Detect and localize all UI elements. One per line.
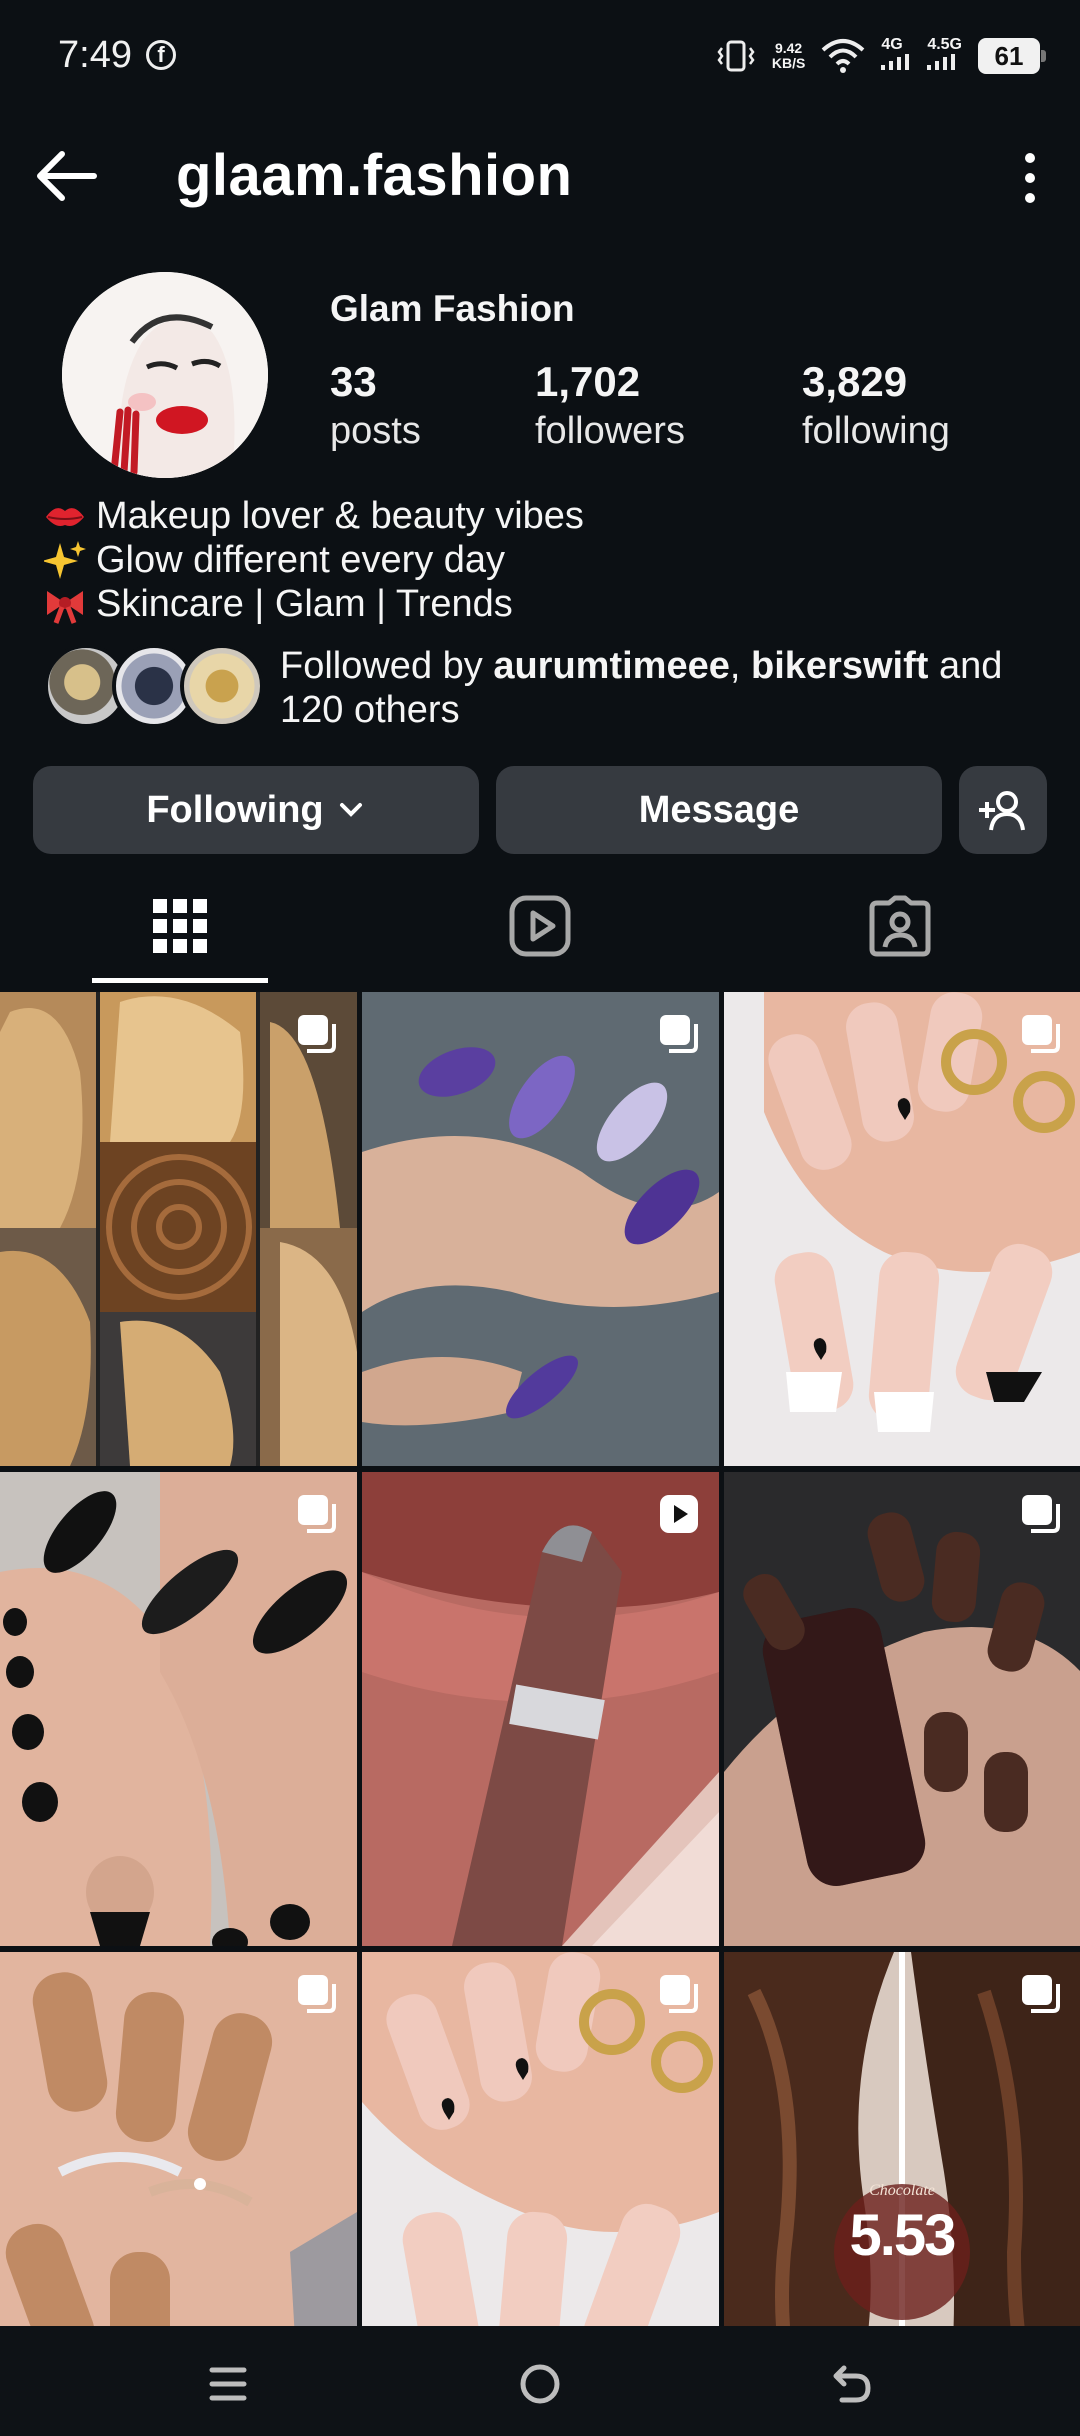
post-tile[interactable]: Chocolate 5.53 [724, 1952, 1080, 2326]
carousel-icon [660, 1015, 698, 1053]
tab-tagged[interactable] [830, 886, 970, 966]
post-tile[interactable] [362, 1472, 719, 1946]
post-tile[interactable] [0, 1952, 357, 2326]
carousel-icon [298, 1495, 336, 1533]
sparkles-icon [44, 541, 86, 579]
following-count[interactable]: 3,829 following [802, 358, 950, 453]
post-tile[interactable] [0, 992, 357, 1466]
profile-tabs [0, 876, 1080, 986]
recent-apps-icon[interactable] [198, 2354, 258, 2414]
signal-45g: 4.5G [927, 36, 962, 75]
add-person-icon [979, 791, 1025, 831]
signal-4g: 4G [881, 36, 911, 75]
follower-avatar [180, 644, 264, 728]
message-button[interactable]: Message [496, 766, 942, 854]
battery-icon: 61 [978, 37, 1046, 74]
avatar[interactable] [62, 272, 268, 478]
carousel-icon [1022, 1975, 1060, 2013]
post-tile[interactable] [0, 1472, 357, 1946]
back-nav-icon[interactable] [822, 2354, 882, 2414]
kiss-mark-icon [46, 508, 84, 526]
tab-reels[interactable] [470, 886, 610, 966]
profile-username: glaam.fashion [176, 143, 573, 208]
followed-by-text: Followed by aurumtimeee, bikerswift and … [280, 645, 1003, 731]
carousel-icon [660, 1975, 698, 2013]
active-tab-indicator [92, 978, 268, 983]
signal-bars-icon [927, 54, 956, 70]
shade-code: 5.53 [849, 2203, 957, 2268]
vibrate-icon [717, 40, 755, 71]
status-time: 7:49 [58, 34, 132, 76]
tab-posts-grid[interactable] [110, 886, 250, 966]
signal-bars-icon [881, 54, 910, 70]
facebook-notification-icon: f [146, 40, 176, 70]
wifi-icon [821, 38, 865, 73]
profile-bio: Makeup lover & beauty vibes Glow differe… [44, 494, 584, 626]
add-user-button[interactable] [959, 766, 1047, 854]
carousel-icon [298, 1015, 336, 1053]
grid-icon [153, 899, 207, 953]
home-icon[interactable] [510, 2354, 570, 2414]
following-button[interactable]: Following [33, 766, 479, 854]
reel-icon [660, 1495, 698, 1533]
more-options-icon[interactable] [1010, 148, 1050, 208]
status-bar: 7:49 f 9.42 KB/S 4G 4.5G 61 [0, 0, 1080, 110]
carousel-icon [1022, 1495, 1060, 1533]
post-tile[interactable] [724, 1472, 1080, 1946]
carousel-icon [298, 1975, 336, 2013]
post-tile[interactable] [362, 992, 719, 1466]
posts-count[interactable]: 33 posts [330, 358, 421, 453]
post-tile[interactable] [362, 1952, 719, 2326]
back-arrow-icon[interactable] [32, 146, 102, 206]
profile-header: glaam.fashion [0, 128, 1080, 228]
tagged-icon [869, 895, 931, 957]
ribbon-icon [47, 591, 83, 624]
system-navigation-bar [0, 2326, 1080, 2436]
network-speed: 9.42 KB/S [771, 39, 806, 71]
shade-label: Chocolate [869, 2182, 935, 2199]
chevron-down-icon [339, 803, 362, 817]
posts-grid: Chocolate 5.53 [0, 992, 1080, 2326]
followers-count[interactable]: 1,702 followers [535, 358, 685, 453]
profile-display-name: Glam Fashion [330, 288, 575, 329]
followed-by[interactable]: Followed by aurumtimeee, bikerswift and … [44, 644, 1044, 734]
reels-icon [509, 895, 571, 957]
carousel-icon [1022, 1015, 1060, 1053]
post-tile[interactable] [724, 992, 1080, 1466]
